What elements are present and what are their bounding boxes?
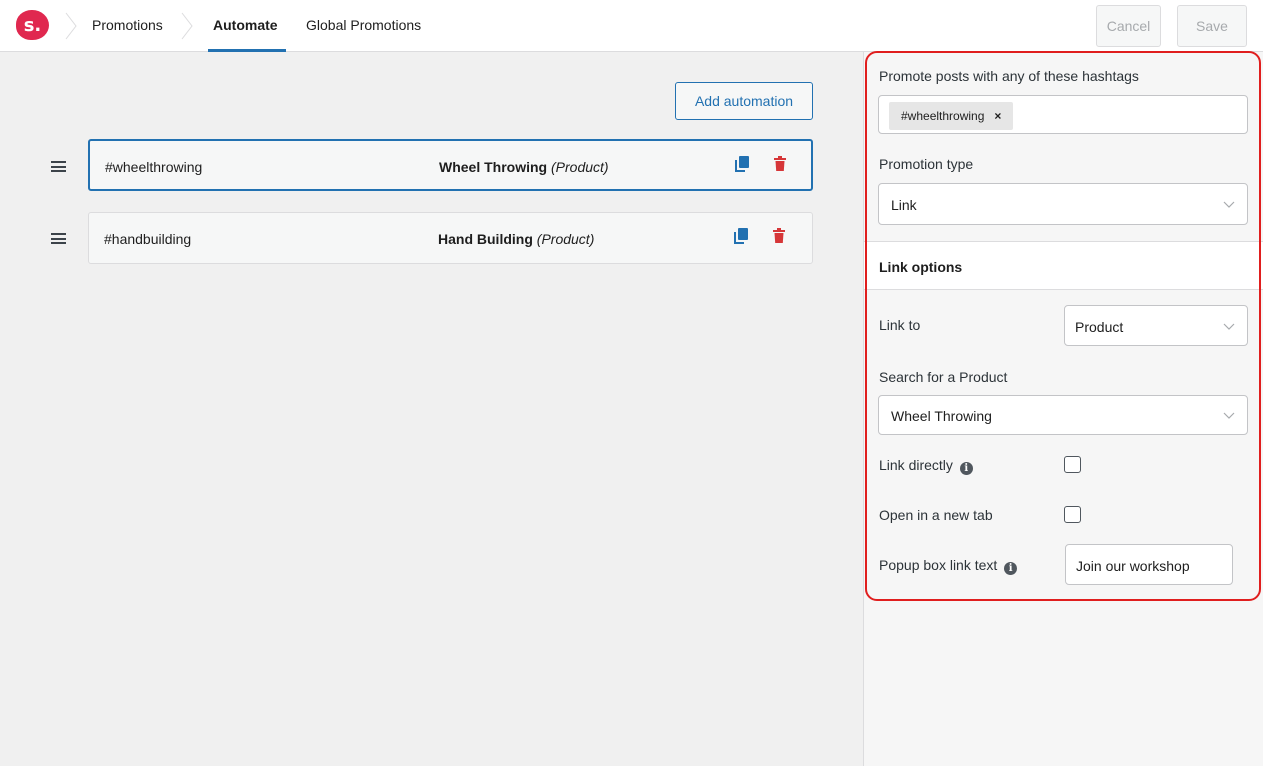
row-hashtag: #wheelthrowing — [105, 159, 203, 175]
chevron-down-icon — [1223, 323, 1235, 330]
close-icon[interactable]: × — [994, 109, 1001, 123]
hashtags-label: Promote posts with any of these hashtags — [879, 68, 1139, 84]
automation-row[interactable]: #wheelthrowing Wheel Throwing (Product) — [88, 139, 813, 191]
search-product-label: Search for a Product — [879, 369, 1008, 385]
active-tab-indicator — [208, 49, 286, 52]
cancel-button[interactable]: Cancel — [1096, 5, 1161, 47]
trash-icon[interactable] — [773, 228, 789, 246]
search-product-value: Wheel Throwing — [891, 408, 992, 424]
product-name: Wheel Throwing — [439, 159, 548, 175]
tab-automate[interactable]: Automate — [213, 17, 278, 33]
tab-global-promotions[interactable]: Global Promotions — [306, 17, 421, 33]
link-to-value: Product — [1075, 319, 1124, 335]
row-hashtag: #handbuilding — [104, 231, 192, 247]
row-product: Wheel Throwing (Product) — [439, 159, 609, 175]
open-new-tab-label: Open in a new tab — [879, 507, 993, 523]
drag-handle-icon[interactable] — [51, 161, 66, 172]
hashtag-chip: #wheelthrowing × — [889, 102, 1014, 130]
hashtag-chip-label: #wheelthrowing — [901, 109, 985, 123]
hashtags-input[interactable]: #wheelthrowing × — [878, 95, 1248, 134]
promotion-type-value: Link — [891, 197, 917, 213]
row-product: Hand Building (Product) — [438, 231, 594, 247]
duplicate-icon[interactable] — [735, 156, 751, 174]
chevron-down-icon — [1223, 201, 1235, 208]
promotion-type-select[interactable]: Link — [878, 183, 1248, 225]
popup-link-text-input[interactable]: Join our workshop — [1065, 544, 1233, 585]
link-options-header: Link options — [864, 241, 1263, 290]
chevron-down-icon — [1223, 412, 1235, 419]
search-product-select[interactable]: Wheel Throwing — [878, 395, 1248, 435]
info-icon[interactable]: i — [1004, 562, 1018, 575]
product-type: (Product) — [551, 159, 609, 175]
popup-link-text-value: Join our workshop — [1076, 558, 1190, 574]
nav-promotions[interactable]: Promotions — [92, 17, 163, 33]
brand-logo[interactable]: s. — [16, 10, 49, 40]
link-directly-label: Link directly — [879, 457, 953, 473]
trash-icon[interactable] — [774, 156, 790, 174]
product-type: (Product) — [536, 231, 595, 247]
breadcrumb-chevron-icon — [64, 12, 78, 40]
top-bar: s. Promotions Automate Global Promotions… — [0, 0, 1263, 52]
promotion-type-label: Promotion type — [879, 156, 974, 172]
link-to-label: Link to — [879, 317, 921, 333]
product-name: Hand Building — [438, 231, 533, 247]
info-icon[interactable]: i — [959, 462, 973, 475]
drag-handle-icon[interactable] — [51, 233, 66, 244]
add-automation-button[interactable]: Add automation — [675, 82, 813, 120]
save-button[interactable]: Save — [1177, 5, 1247, 47]
link-directly-label-row: Link directly i — [879, 457, 973, 475]
breadcrumb-chevron-icon — [180, 12, 194, 40]
duplicate-icon[interactable] — [734, 228, 750, 246]
popup-link-text-label-row: Popup box link text i — [879, 557, 1018, 575]
link-options-heading: Link options — [879, 259, 963, 275]
link-to-select[interactable]: Product — [1064, 305, 1248, 346]
link-directly-checkbox[interactable] — [1064, 456, 1081, 473]
open-new-tab-checkbox[interactable] — [1064, 506, 1081, 523]
popup-link-text-label: Popup box link text — [879, 557, 998, 573]
automation-row[interactable]: #handbuilding Hand Building (Product) — [88, 212, 813, 264]
